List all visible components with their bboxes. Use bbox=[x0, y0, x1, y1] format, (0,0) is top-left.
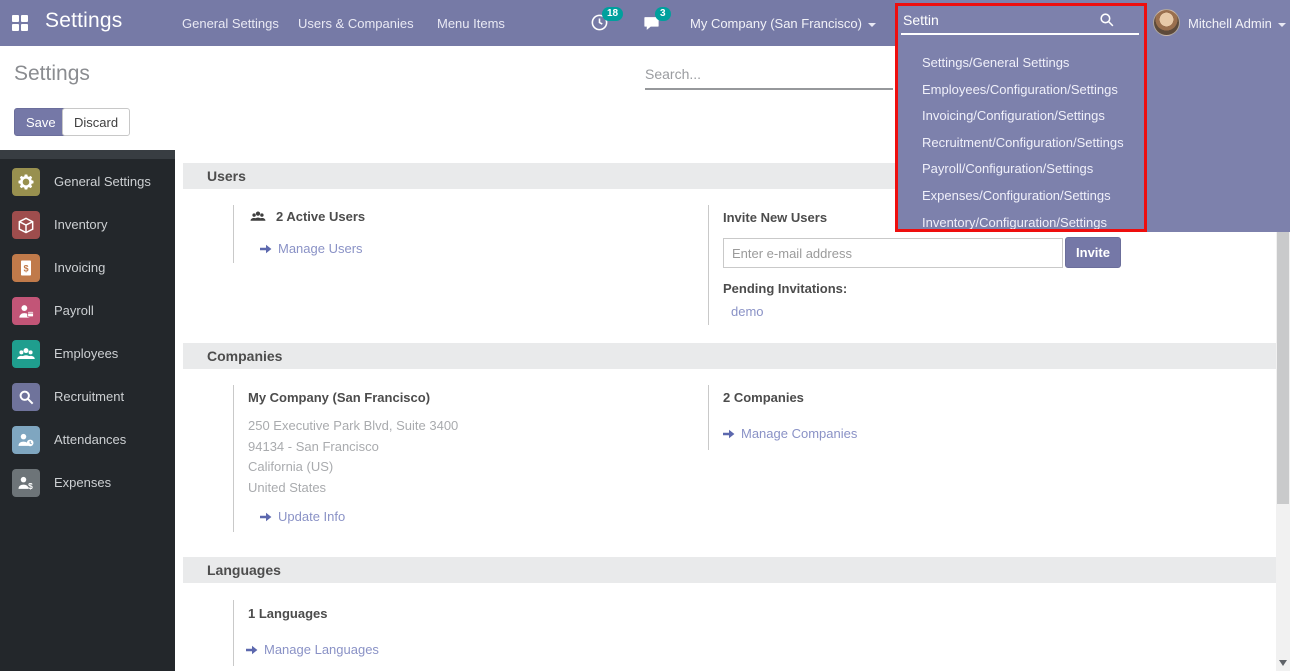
menu-search-underline bbox=[901, 33, 1139, 35]
companies-count: 2 Companies bbox=[723, 390, 804, 405]
sidebar-item-label: Attendances bbox=[54, 432, 126, 447]
nav-menu-users-companies[interactable]: Users & Companies bbox=[298, 16, 414, 31]
search-icon[interactable] bbox=[1098, 11, 1115, 28]
update-info-link[interactable]: Update Info bbox=[260, 509, 345, 524]
section-header-languages: Languages bbox=[183, 557, 1276, 583]
settings-page: Settings General Settings Users & Compan… bbox=[0, 0, 1290, 671]
pending-invitations-label: Pending Invitations: bbox=[723, 281, 847, 296]
gear-icon bbox=[12, 168, 40, 196]
sidebar-item-inventory[interactable]: Inventory bbox=[0, 203, 175, 246]
pending-user-link[interactable]: demo bbox=[731, 304, 764, 319]
invite-new-users-label: Invite New Users bbox=[723, 210, 827, 225]
sidebar-item-payroll[interactable]: Payroll bbox=[0, 289, 175, 332]
sidebar-item-label: General Settings bbox=[54, 174, 151, 189]
settings-sidebar: General Settings Inventory $ Invoicing P… bbox=[0, 150, 175, 671]
expense-icon: $ bbox=[12, 469, 40, 497]
user-menu[interactable]: Mitchell Admin bbox=[1188, 16, 1286, 31]
search-input[interactable] bbox=[645, 62, 891, 86]
nav-menu-menu-items[interactable]: Menu Items bbox=[437, 16, 505, 31]
svg-text:$: $ bbox=[23, 263, 28, 273]
company-info-box: My Company (San Francisco) 250 Executive… bbox=[233, 385, 693, 532]
company-name: My Company (San Francisco) bbox=[248, 390, 430, 405]
arrow-right-icon bbox=[260, 243, 272, 255]
sidebar-item-employees[interactable]: Employees bbox=[0, 332, 175, 375]
sidebar-item-label: Invoicing bbox=[54, 260, 105, 275]
sidebar-item-label: Payroll bbox=[54, 303, 94, 318]
company-address-line: United States bbox=[248, 478, 458, 499]
sidebar-item-label: Expenses bbox=[54, 475, 111, 490]
manage-users-link[interactable]: Manage Users bbox=[260, 241, 363, 256]
active-users-box: 2 Active Users Manage Users bbox=[233, 205, 693, 263]
nav-menu-general-settings[interactable]: General Settings bbox=[182, 16, 279, 31]
search-result-item[interactable]: Recruitment/Configuration/Settings bbox=[895, 130, 1147, 157]
menu-search-dropdown-panel: Settings/General Settings Employees/Conf… bbox=[895, 0, 1290, 232]
arrow-right-icon bbox=[260, 511, 272, 523]
vertical-scrollbar[interactable] bbox=[1276, 232, 1290, 671]
sidebar-item-general-settings[interactable]: General Settings bbox=[0, 160, 175, 203]
search-underline bbox=[645, 88, 893, 90]
menu-search-input[interactable] bbox=[903, 9, 1093, 31]
svg-text:$: $ bbox=[28, 480, 33, 490]
employees-icon bbox=[12, 340, 40, 368]
payroll-icon bbox=[12, 297, 40, 325]
invoice-icon: $ bbox=[12, 254, 40, 282]
search-result-item[interactable]: Inventory/Configuration/Settings bbox=[895, 210, 1147, 237]
arrow-right-icon bbox=[723, 428, 735, 440]
messages-badge: 3 bbox=[655, 7, 671, 21]
company-address-line: 94134 - San Francisco bbox=[248, 437, 458, 458]
manage-languages-link[interactable]: Manage Languages bbox=[246, 642, 379, 657]
sidebar-item-invoicing[interactable]: $ Invoicing bbox=[0, 246, 175, 289]
scrollbar-thumb[interactable] bbox=[1277, 232, 1289, 504]
box-icon bbox=[12, 211, 40, 239]
active-users-count: 2 Active Users bbox=[276, 209, 365, 224]
languages-count: 1 Languages bbox=[248, 606, 327, 621]
invite-button[interactable]: Invite bbox=[1065, 237, 1121, 268]
search-result-item[interactable]: Payroll/Configuration/Settings bbox=[895, 156, 1147, 183]
attendance-icon bbox=[12, 426, 40, 454]
sidebar-item-recruitment[interactable]: Recruitment bbox=[0, 375, 175, 418]
menu-search-results: Settings/General Settings Employees/Conf… bbox=[895, 50, 1147, 236]
scrollbar-down-arrow-icon[interactable] bbox=[1279, 660, 1287, 666]
sidebar-item-expenses[interactable]: $ Expenses bbox=[0, 461, 175, 504]
sidebar-item-label: Inventory bbox=[54, 217, 107, 232]
users-group-icon bbox=[248, 208, 268, 225]
email-field[interactable] bbox=[723, 238, 1063, 268]
arrow-right-icon bbox=[246, 644, 258, 656]
company-address-line: 250 Executive Park Blvd, Suite 3400 bbox=[248, 416, 458, 437]
app-title[interactable]: Settings bbox=[45, 9, 122, 33]
manage-companies-link[interactable]: Manage Companies bbox=[723, 426, 857, 441]
chevron-down-icon bbox=[868, 23, 876, 27]
companies-count-box: 2 Companies Manage Companies bbox=[708, 385, 1108, 450]
apps-menu-icon[interactable] bbox=[12, 15, 28, 31]
activity-badge: 18 bbox=[602, 7, 623, 21]
sidebar-item-attendances[interactable]: Attendances bbox=[0, 418, 175, 461]
search-result-item[interactable]: Settings/General Settings bbox=[895, 50, 1147, 77]
sidebar-item-label: Employees bbox=[54, 346, 118, 361]
sidebar-top-strip bbox=[0, 150, 175, 159]
search-result-item[interactable]: Employees/Configuration/Settings bbox=[895, 77, 1147, 104]
chevron-down-icon bbox=[1278, 23, 1286, 27]
company-switcher[interactable]: My Company (San Francisco) bbox=[690, 16, 876, 31]
search-result-item[interactable]: Invoicing/Configuration/Settings bbox=[895, 103, 1147, 130]
save-button[interactable]: Save bbox=[14, 108, 68, 136]
company-address-line: California (US) bbox=[248, 457, 458, 478]
section-header-companies: Companies bbox=[183, 343, 1276, 369]
discard-button[interactable]: Discard bbox=[62, 108, 130, 136]
recruitment-icon bbox=[12, 383, 40, 411]
user-avatar[interactable] bbox=[1153, 9, 1180, 36]
breadcrumb: Settings bbox=[14, 62, 90, 86]
sidebar-item-label: Recruitment bbox=[54, 389, 124, 404]
languages-box: 1 Languages Manage Languages bbox=[233, 600, 693, 666]
search-result-item[interactable]: Expenses/Configuration/Settings bbox=[895, 183, 1147, 210]
